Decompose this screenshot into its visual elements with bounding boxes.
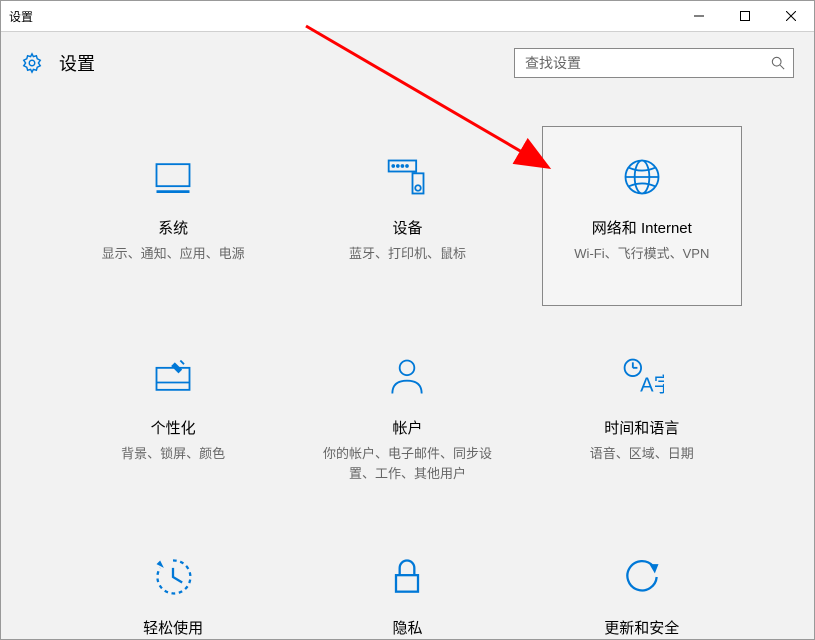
- tile-title: 时间和语言: [604, 417, 679, 438]
- header: 设置: [1, 32, 814, 86]
- ease-of-access-icon: [151, 555, 195, 599]
- lock-icon: [385, 555, 429, 599]
- personalization-icon: [151, 355, 195, 399]
- tile-desc: 语音、区域、日期: [580, 444, 704, 464]
- settings-grid: 系统 显示、通知、应用、电源 设备 蓝牙、打印机、鼠标 网络和 Internet…: [1, 86, 814, 640]
- tile-desc: 你的帐户、电子邮件、同步设置、工作、其他用户: [308, 444, 506, 483]
- search-icon: [771, 56, 785, 70]
- tile-desc: Wi-Fi、飞行模式、VPN: [564, 244, 719, 264]
- tile-title: 轻松使用: [143, 617, 203, 638]
- maximize-icon: [740, 11, 750, 21]
- titlebar: 设置: [1, 1, 814, 32]
- tile-update-security[interactable]: 更新和安全: [542, 526, 742, 640]
- tile-time-language[interactable]: A字 时间和语言 语音、区域、日期: [542, 326, 742, 506]
- gear-icon: [21, 52, 43, 74]
- display-icon: [151, 155, 195, 199]
- tile-title: 个性化: [151, 417, 196, 438]
- search-box[interactable]: [514, 48, 794, 78]
- tile-title: 更新和安全: [604, 617, 679, 638]
- minimize-button[interactable]: [676, 1, 722, 31]
- window-title: 设置: [1, 8, 33, 25]
- tile-personalization[interactable]: 个性化 背景、锁屏、颜色: [73, 326, 273, 506]
- tile-title: 帐户: [392, 417, 422, 438]
- tile-desc: 显示、通知、应用、电源: [92, 244, 255, 264]
- devices-icon: [385, 155, 429, 199]
- tile-ease-of-access[interactable]: 轻松使用: [73, 526, 273, 640]
- time-language-icon: A字: [620, 355, 664, 399]
- tile-desc: 背景、锁屏、颜色: [111, 444, 235, 464]
- tile-system[interactable]: 系统 显示、通知、应用、电源: [73, 126, 273, 306]
- tile-title: 设备: [392, 217, 422, 238]
- tile-desc: 蓝牙、打印机、鼠标: [339, 244, 476, 264]
- search-wrap: [514, 48, 794, 78]
- tile-title: 系统: [158, 217, 188, 238]
- person-icon: [385, 355, 429, 399]
- settings-window: 设置 设置 系统: [0, 0, 815, 640]
- search-input[interactable]: [523, 54, 771, 72]
- maximize-button[interactable]: [722, 1, 768, 31]
- minimize-icon: [694, 11, 704, 21]
- tile-devices[interactable]: 设备 蓝牙、打印机、鼠标: [307, 126, 507, 306]
- tile-privacy[interactable]: 隐私: [307, 526, 507, 640]
- close-button[interactable]: [768, 1, 814, 31]
- close-icon: [786, 11, 796, 21]
- globe-icon: [620, 155, 664, 199]
- tile-title: 隐私: [392, 617, 422, 638]
- svg-text:A字: A字: [640, 374, 664, 397]
- tile-title: 网络和 Internet: [592, 217, 692, 238]
- tile-accounts[interactable]: 帐户 你的帐户、电子邮件、同步设置、工作、其他用户: [307, 326, 507, 506]
- tile-network[interactable]: 网络和 Internet Wi-Fi、飞行模式、VPN: [542, 126, 742, 306]
- page-title: 设置: [59, 50, 95, 76]
- update-icon: [620, 555, 664, 599]
